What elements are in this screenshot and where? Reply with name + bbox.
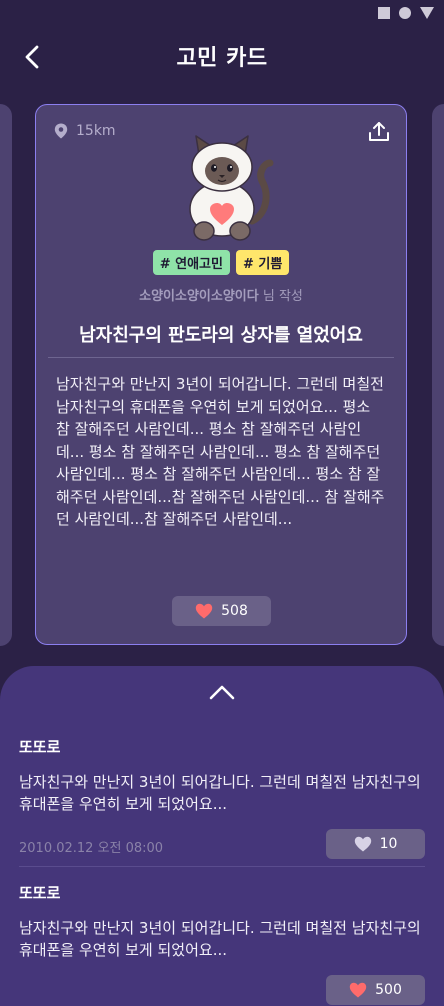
tag-category[interactable]: # 연애고민 (152, 250, 230, 275)
next-card-peek[interactable] (432, 104, 444, 646)
location-pin-icon (54, 123, 68, 139)
comments-panel: 또또로 남자친구와 만난지 3년이 되어갑니다. 그런데 며칠전 남자친구의 휴… (0, 666, 444, 1006)
heart-icon (349, 982, 367, 998)
comment-item: 또또로 남자친구와 만난지 3년이 되어갑니다. 그런데 며칠전 남자친구의 휴… (19, 882, 425, 1005)
comment-text: 남자친구와 만난지 3년이 되어갑니다. 그런데 며칠전 남자친구의 휴대폰을 … (19, 773, 421, 813)
status-triangle-icon (420, 7, 434, 19)
author-suffix: 님 작성 (262, 289, 303, 304)
card-like-count: 508 (221, 603, 248, 619)
comment-like-button[interactable]: 10 (326, 829, 425, 859)
cat-avatar-icon (189, 135, 274, 241)
card-body-text: 남자친구와 만난지 3년이 되어갑니다. 그런데 며칠전 남자친구의 휴대폰을 … (56, 375, 385, 528)
comment-like-count: 500 (375, 982, 402, 998)
distance-text: 15km (76, 123, 116, 139)
comment-author: 또또로 (19, 884, 61, 902)
status-circle-icon (399, 7, 411, 19)
card-divider (48, 357, 394, 358)
distance-info: 15km (54, 123, 116, 139)
card-title: 남자친구의 판도라의 상자를 열었어요 (79, 325, 363, 346)
tag-emotion[interactable]: # 기쁨 (235, 250, 290, 275)
comment-like-count: 10 (379, 836, 398, 852)
app-header: 고민 카드 (0, 28, 444, 84)
worry-card: 15km # 연애고민 # 기쁨 소양이소양이소양이다 님 작성 남자친구의 판… (35, 104, 407, 645)
comment-date: 2010.02.12 오전 08:00 (19, 841, 164, 856)
tag-list: # 연애고민 # 기쁨 (36, 250, 406, 275)
status-bar (0, 0, 444, 28)
comment-author: 또또로 (19, 738, 61, 756)
comment-text: 남자친구와 만난지 3년이 되어갑니다. 그런데 며칠전 남자친구의 휴대폰을 … (19, 919, 421, 959)
status-square-icon (378, 7, 390, 19)
heart-icon (354, 836, 371, 852)
comment-like-button[interactable]: 500 (326, 975, 425, 1005)
page-title: 고민 카드 (176, 46, 268, 71)
author-line: 소양이소양이소양이다 님 작성 (36, 285, 406, 304)
author-name: 소양이소양이소양이다 (139, 289, 259, 304)
card-like-button[interactable]: 508 (172, 596, 271, 626)
share-icon[interactable] (368, 121, 390, 143)
previous-card-peek[interactable] (0, 104, 12, 646)
comment-item: 또또로 남자친구와 만난지 3년이 되어갑니다. 그런데 며칠전 남자친구의 휴… (19, 736, 425, 859)
comment-divider (19, 866, 425, 867)
heart-icon (195, 603, 213, 619)
chevron-up-icon[interactable] (206, 682, 238, 702)
